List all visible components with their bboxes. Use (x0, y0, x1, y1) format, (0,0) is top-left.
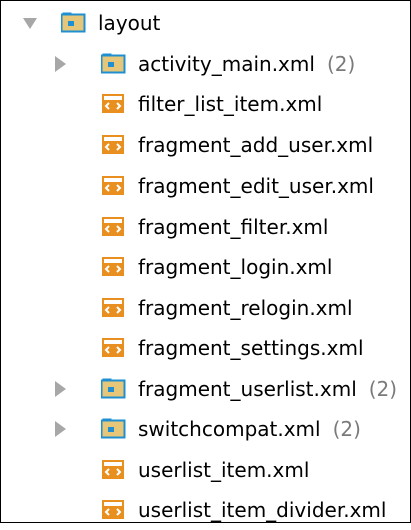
tree-row-item[interactable]: activity_main.xml (2) (1, 44, 410, 84)
xml-file-icon (101, 134, 126, 155)
tree-row-item[interactable]: filter_list_item.xml (1, 84, 410, 124)
tree-row-item[interactable]: fragment_filter.xml (1, 207, 410, 247)
xml-file-icon (101, 337, 126, 358)
item-label: fragment_edit_user.xml (138, 174, 374, 198)
layout-tree: layout activity_main.xml (2) filter_list_i… (0, 0, 411, 523)
folder-icon (60, 12, 86, 33)
tree-row-item[interactable]: fragment_settings.xml (1, 328, 410, 368)
xml-file-icon (101, 459, 126, 480)
xml-file-icon (101, 175, 126, 196)
item-label: activity_main.xml (138, 52, 315, 76)
item-label: switchcompat.xml (138, 417, 321, 441)
folder-label: layout (98, 11, 161, 35)
xml-file-icon (101, 499, 126, 520)
item-count: (2) (332, 417, 361, 441)
item-label: fragment_settings.xml (138, 336, 364, 360)
xml-file-icon (101, 216, 126, 237)
xml-file-icon (101, 297, 126, 318)
tree-row-item[interactable]: fragment_relogin.xml (1, 288, 410, 328)
tree-row-item[interactable]: fragment_add_user.xml (1, 125, 410, 165)
xml-file-icon (101, 256, 126, 277)
tree-row-layout[interactable]: layout (1, 3, 410, 43)
item-label: filter_list_item.xml (138, 92, 323, 116)
tree-row-item[interactable]: switchcompat.xml (2) (1, 409, 410, 449)
tree-row-item[interactable]: userlist_item_divider.xml (1, 490, 410, 530)
item-label: userlist_item.xml (138, 458, 310, 482)
item-label: fragment_login.xml (138, 255, 333, 279)
item-label: fragment_filter.xml (138, 215, 329, 239)
collapse-arrow-icon[interactable] (55, 56, 66, 72)
folder-icon (100, 53, 126, 74)
tree-row-item[interactable]: fragment_login.xml (1, 247, 410, 287)
item-count: (2) (326, 52, 356, 76)
item-label: fragment_userlist.xml (138, 377, 357, 401)
tree-row-item[interactable]: fragment_edit_user.xml (1, 166, 410, 206)
collapse-arrow-icon[interactable] (55, 421, 66, 437)
collapse-arrow-icon[interactable] (55, 381, 66, 397)
item-label: userlist_item_divider.xml (138, 498, 387, 522)
xml-file-icon (101, 93, 126, 114)
item-label: fragment_relogin.xml (138, 296, 353, 320)
expand-arrow-icon[interactable] (23, 18, 37, 29)
folder-icon (100, 418, 126, 439)
tree-row-item[interactable]: userlist_item.xml (1, 450, 410, 490)
item-label: fragment_add_user.xml (138, 133, 374, 157)
folder-icon (100, 378, 126, 399)
item-count: (2) (368, 377, 398, 401)
tree-row-item[interactable]: fragment_userlist.xml (2) (1, 369, 410, 409)
